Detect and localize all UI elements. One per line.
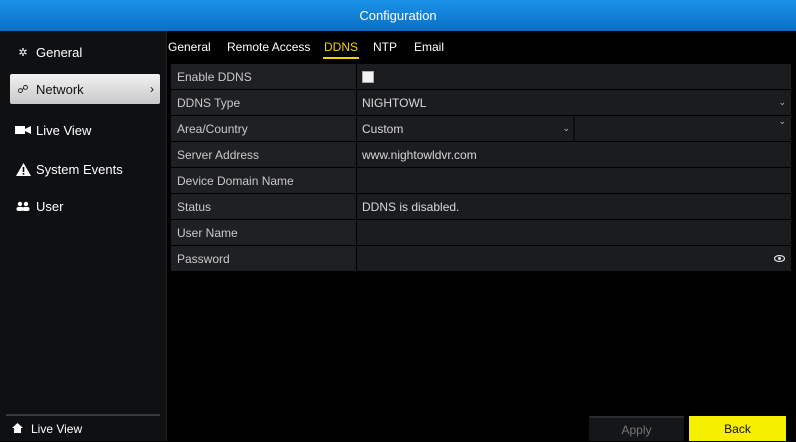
user-name-label: User Name [171,220,356,245]
user-name-input[interactable] [357,220,791,245]
gear-icon: ✲ [18,46,28,59]
sidebar-item-network[interactable]: ☍ Network › [10,74,160,104]
window-title: Configuration [359,8,437,23]
chevron-down-icon: ⌄ [778,116,786,126]
tab-ntp[interactable]: NTP [373,40,397,54]
form-row-server-address: Server Address www.nightowldvr.com [171,142,791,167]
form-row-ddns-type: DDNS Type NIGHTOWL ⌄ [171,90,791,115]
form-row-device-domain-name: Device Domain Name [171,168,791,193]
sidebar-item-label: Network [36,81,84,97]
ddns-type-dropdown[interactable]: NIGHTOWL ⌄ [357,90,791,115]
sidebar: ✲ General ☍ Network › Live View System E… [0,31,167,441]
server-address-value: www.nightowldvr.com [362,147,477,162]
sidebar-item-label: Live View [36,122,92,138]
tab-general[interactable]: General [168,40,211,54]
network-icon: ☍ [17,83,29,96]
sidebar-item-general[interactable]: ✲ General [10,37,160,67]
ddns-type-label: DDNS Type [171,90,356,115]
sidebar-item-user[interactable]: User [10,191,160,221]
sidebar-item-label: User [36,198,64,214]
device-domain-name-input[interactable] [357,168,791,193]
area-country-cell: Custom ⌄ ⌄ [357,116,791,141]
area-country-secondary-dropdown[interactable]: ⌄ [573,116,791,141]
sidebar-item-label: System Events [36,161,123,177]
enable-ddns-label: Enable DDNS [171,64,356,89]
server-address-label: Server Address [171,142,356,167]
ddns-type-value: NIGHTOWL [362,95,427,110]
area-country-label: Area/Country [171,116,356,141]
camera-icon [15,124,31,136]
tab-bar: General Remote Access DDNS NTP Email [166,31,796,61]
apply-button[interactable]: Apply [589,416,684,441]
device-domain-name-label: Device Domain Name [171,168,356,193]
form-row-status: Status DDNS is disabled. [171,194,791,219]
form-row-area-country: Area/Country Custom ⌄ ⌄ [171,116,791,141]
window-titlebar: Configuration [0,0,796,31]
sidebar-item-system-events[interactable]: System Events [10,154,160,184]
area-country-dropdown[interactable]: Custom ⌄ [362,116,580,141]
warning-icon [15,162,31,176]
home-icon [12,422,23,436]
enable-ddns-cell [357,64,791,89]
form-row-enable-ddns: Enable DDNS [171,64,791,89]
users-icon [15,201,31,211]
tab-remote-access[interactable]: Remote Access [227,40,310,54]
form-row-user-name: User Name [171,220,791,245]
sidebar-item-label: General [36,44,83,60]
password-label: Password [171,246,356,271]
password-input[interactable] [357,246,791,271]
tab-ddns[interactable]: DDNS [322,40,360,59]
chevron-down-icon: ⌄ [562,123,570,133]
status-cell: DDNS is disabled. [357,194,791,219]
chevron-right-icon: › [150,82,154,96]
back-button[interactable]: Back [689,416,786,441]
live-view-label: Live View [31,422,83,436]
server-address-input[interactable]: www.nightowldvr.com [357,142,791,167]
sidebar-item-live-view[interactable]: Live View [10,115,160,145]
tab-email[interactable]: Email [414,40,444,54]
status-value: DDNS is disabled. [362,199,460,214]
eye-icon[interactable] [773,253,786,265]
area-country-value: Custom [362,121,404,136]
form-row-password: Password [171,246,791,271]
status-label: Status [171,194,356,219]
enable-ddns-checkbox[interactable] [362,70,374,83]
chevron-down-icon: ⌄ [778,97,786,107]
live-view-button[interactable]: Live View [6,414,160,442]
